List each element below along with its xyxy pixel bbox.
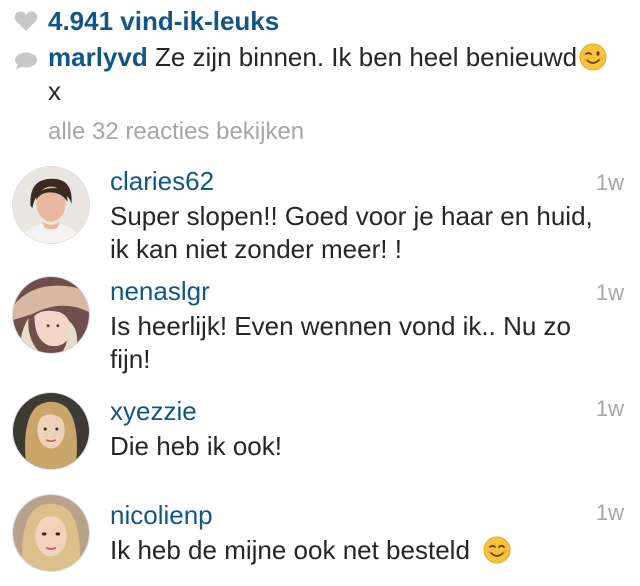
avatar-nicolienp[interactable] (12, 494, 90, 572)
comment-username[interactable]: nenaslgr (110, 276, 210, 307)
comment-bubble-icon (15, 52, 37, 70)
comment-username[interactable]: nicolienp (110, 500, 213, 531)
smiling-face-emoji-icon (483, 536, 511, 564)
likes-count[interactable]: 4.941 vind-ik-leuks (48, 6, 279, 37)
comment-timestamp: 1w (595, 500, 624, 525)
heart-icon (14, 11, 38, 31)
caption-username[interactable]: marlyvd (48, 42, 148, 72)
avatar-claries62[interactable] (12, 166, 90, 244)
comment-timestamp: 1w (595, 280, 624, 305)
avatar-nenaslgr[interactable] (12, 276, 90, 354)
comment-text: Super slopen!! Goed voor je haar en huid… (110, 201, 593, 264)
likes-row[interactable]: 4.941 vind-ik-leuks (14, 4, 279, 38)
comment-username[interactable]: claries62 (110, 166, 214, 197)
comment-text: Die heb ik ook! (110, 431, 282, 461)
caption-text: marlyvd Ze zijn binnen. Ik ben heel beni… (48, 40, 614, 108)
comment-timestamp: 1w (595, 170, 624, 195)
comment-text: Ik heb de mijne ook net besteld (110, 534, 600, 567)
caption-body: Ze zijn binnen. Ik ben heel benieuwd (154, 42, 578, 72)
avatar-xyezzie[interactable] (12, 392, 90, 470)
comment-username[interactable]: xyezzie (110, 396, 197, 427)
comment-body: Ik heb de mijne ook net besteld (110, 535, 470, 565)
comment-timestamp: 1w (595, 396, 624, 421)
caption-suffix: x (48, 76, 61, 106)
comment-text: Is heerlijk! Even wennen vond ik.. Nu zo… (110, 311, 572, 374)
winking-face-emoji-icon (579, 43, 607, 71)
caption: marlyvd Ze zijn binnen. Ik ben heel beni… (14, 40, 614, 108)
view-all-comments-link[interactable]: alle 32 reacties bekijken (48, 118, 304, 146)
